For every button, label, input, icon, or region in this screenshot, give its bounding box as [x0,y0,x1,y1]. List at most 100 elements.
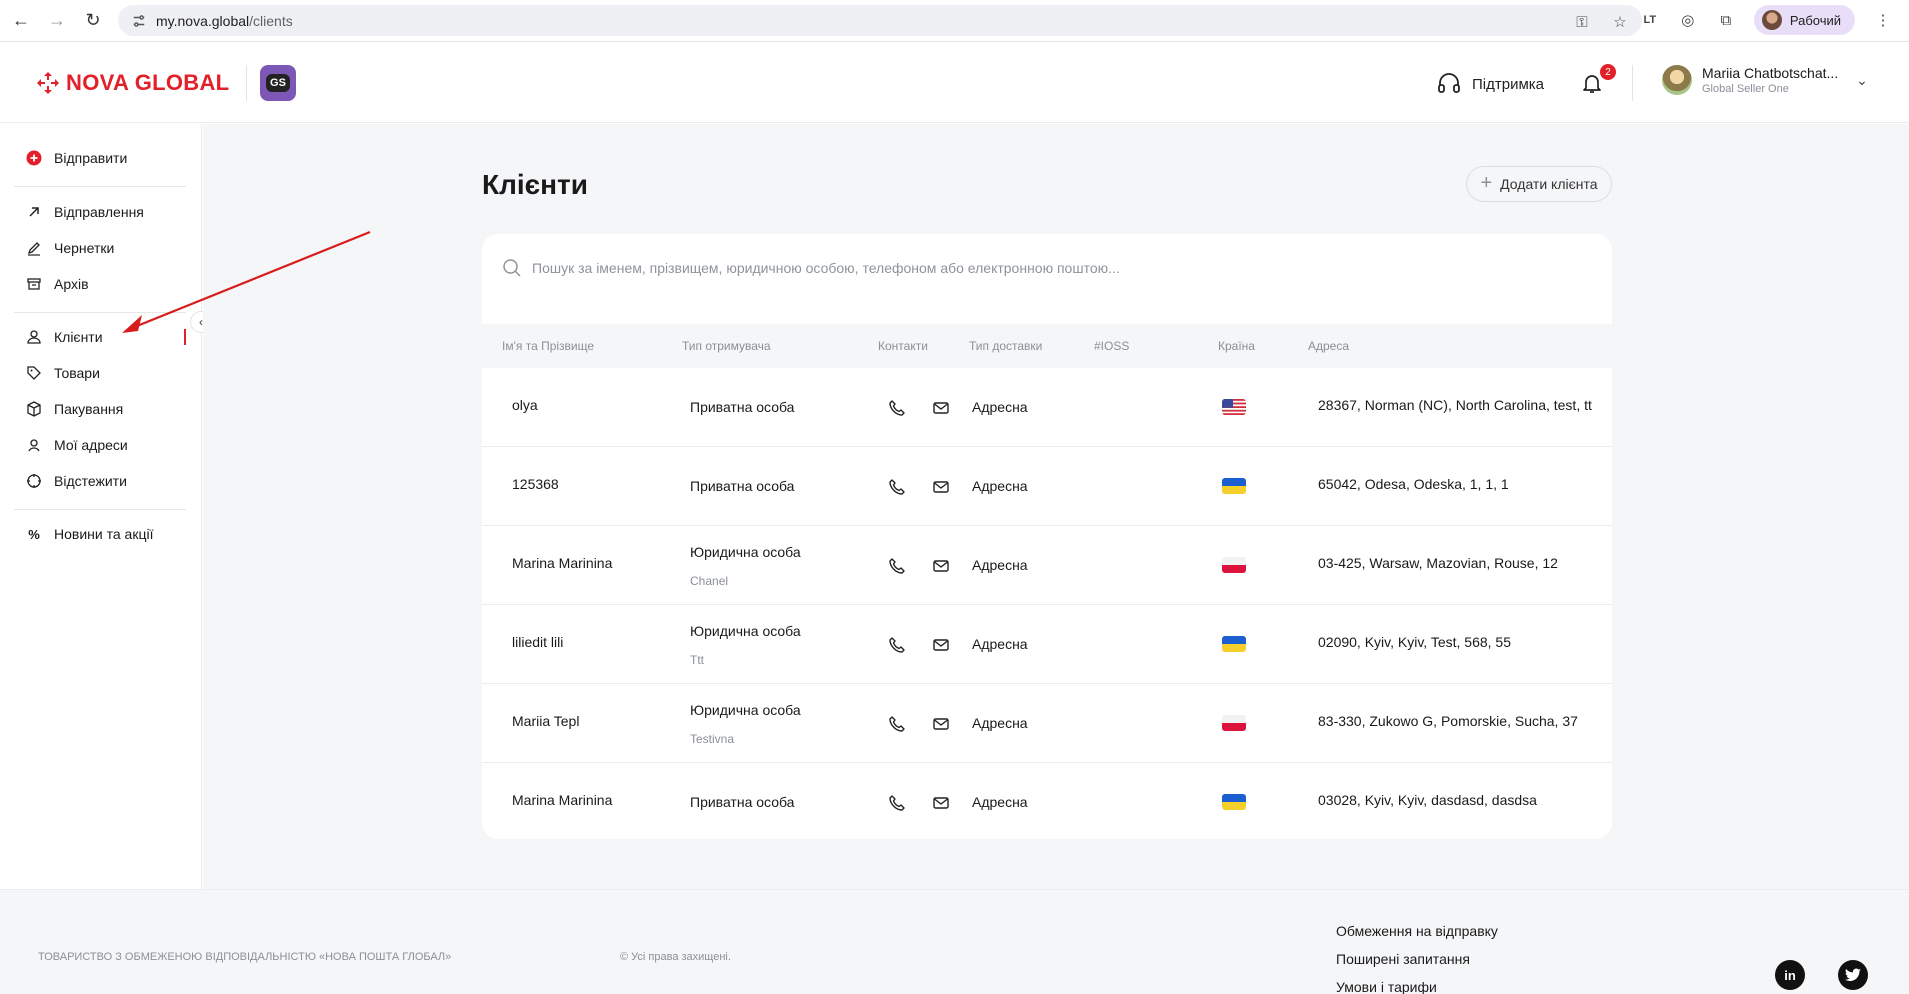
sidebar-item-packaging[interactable]: Пакування [26,401,123,417]
address-bar[interactable]: my.nova.global/clients ⚿ ☆ [118,5,1642,36]
add-client-button[interactable]: + Додати клієнта [1466,166,1612,202]
delivery-type: Адресна [972,794,1028,810]
user-menu[interactable]: Mariia Chatbotschat... Global Seller One… [1662,65,1868,95]
footer-link-restrictions[interactable]: Обмеження на відправку [1336,923,1498,939]
tag-icon [26,365,42,381]
phone-icon[interactable] [888,636,906,654]
sidebar-item-drafts[interactable]: Чернетки [26,240,114,256]
delivery-type: Адресна [972,399,1028,415]
back-icon[interactable]: ← [6,6,36,36]
sidebar-item-label: Товари [54,365,100,381]
client-name[interactable]: Marina Marinina [512,792,612,808]
sidebar-item-archive[interactable]: Архів [26,276,89,292]
column-header-delivery-type[interactable]: Тип доставки [969,339,1042,353]
phone-icon[interactable] [888,557,906,575]
user-name: Mariia Chatbotschat... [1702,65,1839,81]
table-row[interactable]: Marina Marinina Юридична особа Chanel Адрес… [482,526,1612,605]
sidebar-divider [14,186,186,187]
profile-button[interactable]: Рабочий [1753,5,1855,35]
twitter-icon[interactable] [1838,960,1868,990]
country-flag-ua [1222,794,1246,810]
client-name[interactable]: Marina Marinina [512,555,612,571]
recipient-type: Юридична особа [690,544,801,560]
delivery-type: Адресна [972,715,1028,731]
logo-text: NOVA GLOBAL [66,70,230,95]
mail-icon[interactable] [932,636,950,654]
forward-icon[interactable]: → [42,6,72,36]
column-header-address[interactable]: Адреса [1308,339,1349,353]
sidebar-item-label: Архів [54,276,89,292]
mail-icon[interactable] [932,478,950,496]
site-settings-icon[interactable] [132,14,146,28]
sidebar-item-label: Відстежити [54,473,127,489]
sidebar-item-news[interactable]: % Новини та акції [26,526,153,542]
column-header-ioss[interactable]: #IOSS [1094,339,1129,353]
delivery-type: Адресна [972,478,1028,494]
table-row[interactable]: Marina Marinina Приватна особа Адресна 0302… [482,763,1612,839]
reload-icon[interactable]: ↻ [78,6,108,36]
client-name[interactable]: olya [512,397,538,413]
key-icon[interactable]: ⚿ [1572,12,1592,32]
company-name: Testivna [690,732,735,746]
phone-icon[interactable] [888,399,906,417]
footer-rights: © Усі права захищені. [620,951,731,963]
extension-lt-icon[interactable]: LT [1640,10,1660,30]
table-row[interactable]: liliedit lili Юридична особа Ttt Адресна 020… [482,605,1612,684]
nova-global-logo[interactable]: NOVA GLOBAL [36,70,229,96]
headset-icon [1438,73,1460,93]
country-flag-ua [1222,636,1246,652]
user-role: Global Seller One [1702,83,1789,95]
sidebar-send-button[interactable]: Відправити [26,150,127,166]
sidebar-item-label: Чернетки [54,240,115,256]
column-header-contacts[interactable]: Контакти [878,339,928,353]
sidebar-item-track[interactable]: Відстежити [26,473,127,489]
camera-icon[interactable]: ◎ [1678,10,1698,30]
percent-icon: % [28,526,40,542]
phone-icon[interactable] [888,715,906,733]
mail-icon[interactable] [932,399,950,417]
phone-icon[interactable] [888,794,906,812]
mail-icon[interactable] [932,794,950,812]
table-row[interactable]: Mariia Tepl Юридична особа Testivna Адресна… [482,684,1612,763]
client-name[interactable]: Mariia Tepl [512,713,579,729]
bookmark-star-icon[interactable]: ☆ [1610,12,1630,32]
footer-link-terms[interactable]: Умови і тарифи [1336,979,1437,994]
global-seller-badge[interactable]: GS [260,65,296,101]
search-placeholder: Пошук за іменем, прізвищем, юридичною ос… [532,260,1120,276]
column-header-country[interactable]: Країна [1218,339,1255,353]
gs-badge-text: GS [266,74,290,92]
sidebar-item-addresses[interactable]: Мої адреси [26,437,128,453]
mail-icon[interactable] [932,557,950,575]
column-header-name[interactable]: Ім'я та Прізвище [502,339,594,353]
search-input[interactable]: Пошук за іменем, прізвищем, юридичною ос… [502,258,1120,278]
chevron-down-icon: ⌄ [1856,71,1868,88]
client-name[interactable]: 125368 [512,476,559,492]
table-row[interactable]: 125368 Приватна особа Адресна 65042, Odesa,… [482,447,1612,526]
support-link[interactable]: Підтримка [1436,71,1544,97]
delivery-type: Адресна [972,557,1028,573]
extensions-icon[interactable]: ⧉ [1716,10,1736,30]
recipient-type: Приватна особа [690,794,795,810]
phone-icon[interactable] [888,478,906,496]
client-address: 28367, Norman (NC), North Carolina, test… [1318,397,1592,413]
sidebar-item-products[interactable]: Товари [26,365,100,381]
table-row[interactable]: olya Приватна особа Адресна 28367, Norman (… [482,368,1612,447]
sidebar-item-label: Клієнти [54,329,103,345]
mail-icon[interactable] [932,715,950,733]
footer-company: ТОВАРИСТВО З ОБМЕЖЕНОЮ ВІДПОВІДАЛЬНІСТЮ … [38,951,452,963]
linkedin-icon[interactable]: in [1775,960,1805,990]
profile-label: Рабочий [1789,12,1841,28]
browser-menu-icon[interactable]: ⋮ [1873,10,1893,30]
plus-circle-icon [26,150,42,166]
sidebar-item-shipments[interactable]: Відправлення [26,204,144,220]
sidebar-item-clients[interactable]: Клієнти [26,329,103,345]
browser-toolbar: ← → ↻ my.nova.global/clients ⚿ ☆ LT ◎ ⧉ … [0,0,1909,42]
client-name[interactable]: liliedit lili [512,634,563,650]
recipient-type: Приватна особа [690,478,795,494]
client-address: 03028, Kyiv, Kyiv, dasdasd, dasdsa [1318,792,1537,808]
delivery-type: Адресна [972,636,1028,652]
archive-icon [26,276,42,292]
country-flag-pl [1222,715,1246,731]
column-header-recipient-type[interactable]: Тип отримувача [682,339,771,353]
footer-link-faq[interactable]: Поширені запитання [1336,951,1470,967]
